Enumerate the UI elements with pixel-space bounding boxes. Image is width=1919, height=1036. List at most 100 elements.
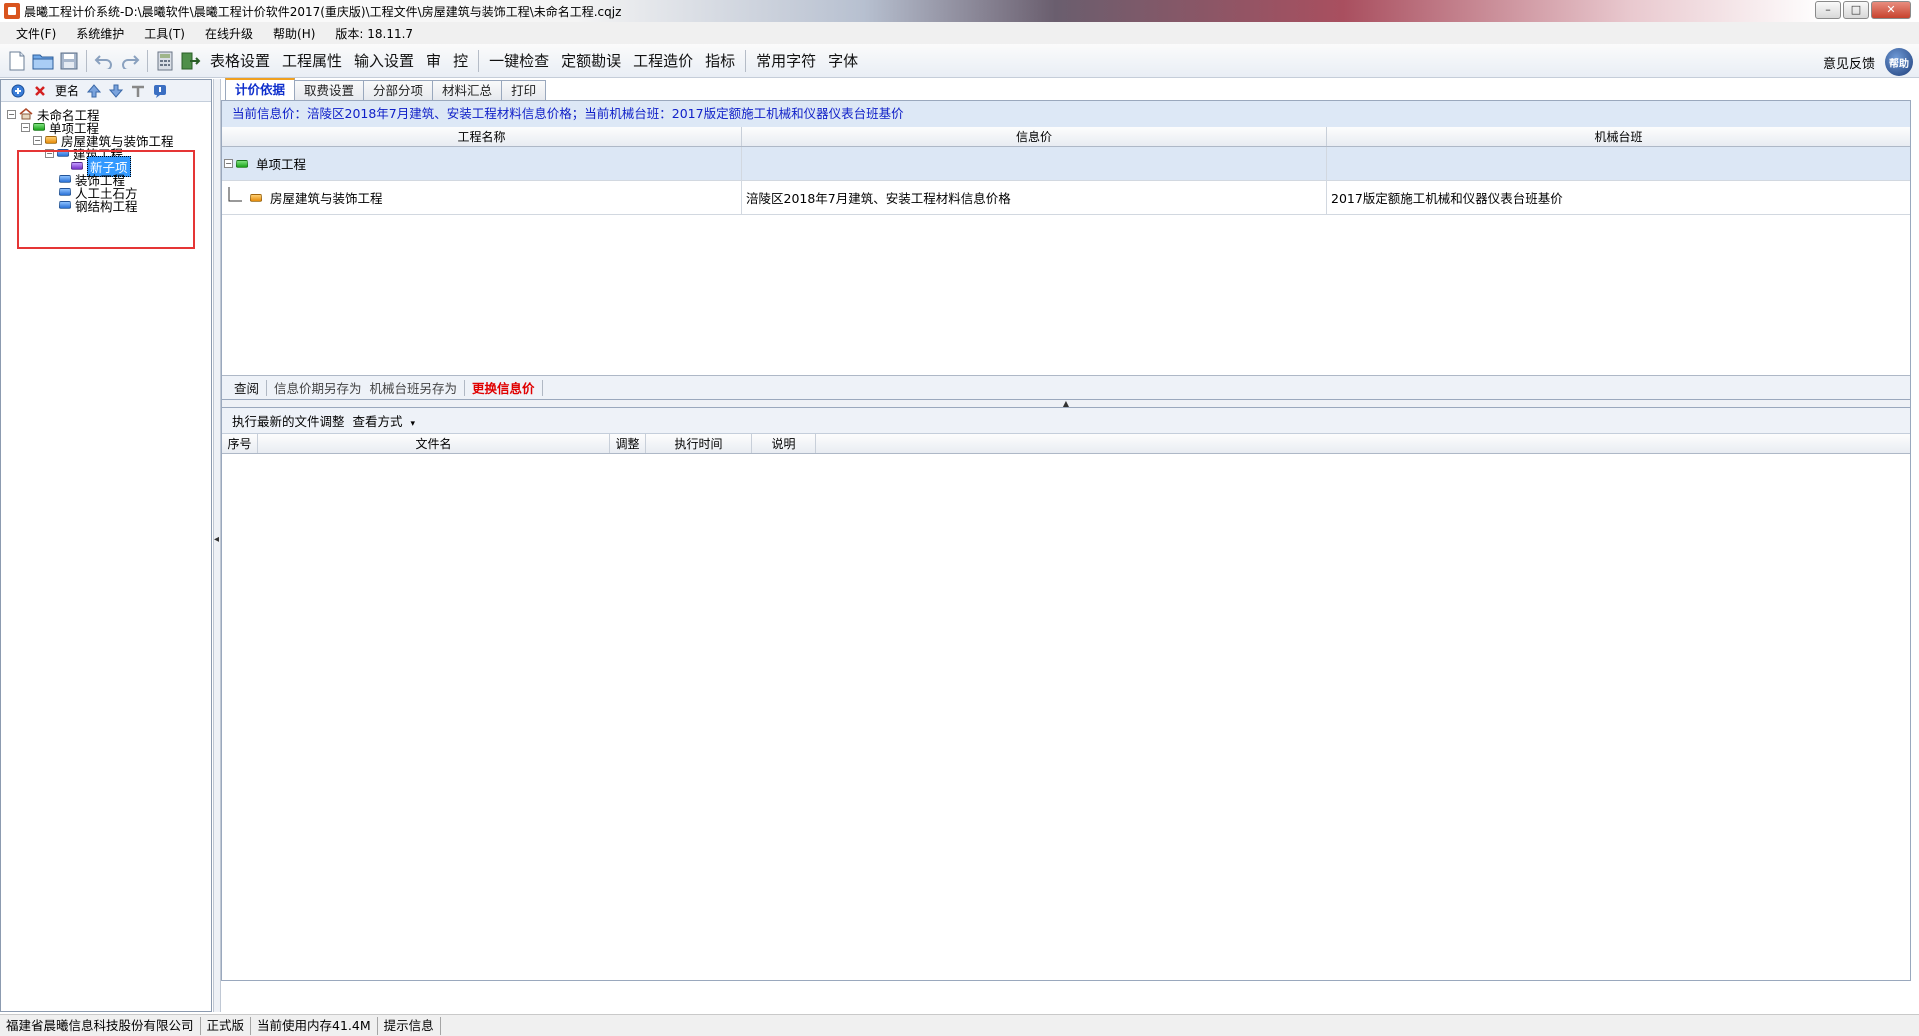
toolbar-separator	[147, 49, 148, 72]
app-icon	[4, 3, 20, 19]
minimize-button[interactable]: –	[1815, 1, 1841, 19]
menu-system[interactable]: 系统维护	[66, 25, 134, 42]
company-name: 福建省晨曦信息科技股份有限公司	[0, 1016, 201, 1035]
status-bar: 福建省晨曦信息科技股份有限公司 正式版 当前使用内存41.4M 提示信息	[0, 1014, 1919, 1036]
menu-tools[interactable]: 工具(T)	[134, 25, 195, 42]
input-settings-button[interactable]: 输入设置	[348, 50, 420, 71]
new-file-icon[interactable]	[5, 49, 29, 73]
move-up-icon[interactable]	[87, 83, 102, 98]
cell-name: 房屋建筑与装饰工程	[222, 181, 742, 214]
cell-machine	[1327, 147, 1910, 180]
tree-label-steel-structure: 钢结构工程	[75, 198, 138, 214]
save-info-price-period-button[interactable]: 信息价期另存为	[270, 378, 366, 397]
tab-material-summary[interactable]: 材料汇总	[432, 80, 503, 100]
cell-info[interactable]: 涪陵区2018年7月建筑、安装工程材料信息价格	[742, 181, 1327, 214]
orange-node-icon	[45, 136, 57, 144]
col-info-price[interactable]: 信息价	[742, 127, 1327, 146]
move-down-icon[interactable]	[109, 84, 124, 98]
save-machine-shift-button[interactable]: 机械台班另存为	[366, 378, 462, 397]
help-label: 帮助	[1889, 58, 1909, 70]
help-icon[interactable]: 帮助	[1885, 48, 1913, 76]
tree-toolbar: 更名	[1, 80, 211, 102]
delete-icon[interactable]	[33, 84, 47, 98]
collapse-icon[interactable]: −	[21, 122, 30, 132]
maximize-button[interactable]: □	[1843, 1, 1869, 19]
collapse-icon[interactable]: −	[224, 159, 233, 168]
table-settings-button[interactable]: 表格设置	[204, 50, 276, 71]
tool-icon[interactable]	[131, 84, 145, 98]
col-adjust[interactable]: 调整	[610, 434, 646, 453]
menu-upgrade[interactable]: 在线升级	[195, 25, 263, 42]
green-node-icon	[236, 159, 248, 168]
rename-button[interactable]: 更名	[55, 82, 79, 99]
tab-pricing-basis[interactable]: 计价依据	[225, 78, 296, 100]
menu-bar: 文件(F) 系统维护 工具(T) 在线升级 帮助(H) 版本: 18.11.7	[0, 22, 1919, 44]
calculator-icon[interactable]	[153, 49, 177, 73]
table-row[interactable]: − 单项工程	[222, 147, 1910, 181]
tree-node-steel-structure[interactable]: 钢结构工程	[59, 197, 138, 214]
view-mode-dropdown[interactable]: 查看方式 ▾	[353, 411, 416, 430]
collapse-left-icon[interactable]: ◂	[214, 534, 219, 545]
cell-machine[interactable]: 2017版定额施工机械和仪器仪表台班基价	[1327, 181, 1910, 214]
collapse-icon[interactable]: −	[45, 148, 54, 158]
col-index[interactable]: 序号	[222, 434, 258, 453]
exit-icon[interactable]	[179, 49, 203, 73]
col-file-name[interactable]: 文件名	[258, 434, 610, 453]
font-button[interactable]: 字体	[822, 50, 864, 71]
close-button[interactable]: ✕	[1871, 1, 1911, 19]
cell-name-text: 单项工程	[256, 157, 307, 172]
orange-node-icon	[250, 193, 262, 202]
view-button[interactable]: 查阅	[230, 378, 263, 397]
execute-latest-adjustment-button[interactable]: 执行最新的文件调整	[232, 411, 345, 430]
toolbar-separator	[86, 49, 87, 72]
control-button[interactable]: 控	[447, 50, 474, 71]
collapse-icon[interactable]: −	[7, 109, 16, 119]
collapse-icon[interactable]: −	[33, 135, 42, 145]
file-grid-header: 序号 文件名 调整 执行时间 说明	[222, 434, 1910, 454]
undo-icon[interactable]	[92, 49, 116, 73]
cell-name-text: 房屋建筑与装饰工程	[270, 191, 383, 206]
grid-action-bar: 查阅 信息价期另存为 机械台班另存为 更换信息价	[222, 375, 1910, 399]
main-toolbar: 表格设置 工程属性 输入设置 审 控 一键检查 定额勘误 工程造价 指标 常用字…	[0, 44, 1919, 78]
indicators-button[interactable]: 指标	[699, 50, 741, 71]
one-click-check-button[interactable]: 一键检查	[483, 50, 555, 71]
feedback-link[interactable]: 意见反馈	[1823, 53, 1875, 72]
project-properties-button[interactable]: 工程属性	[276, 50, 348, 71]
vertical-splitter[interactable]: ◂	[213, 79, 221, 1012]
save-icon[interactable]	[57, 49, 81, 73]
blue-node-icon	[57, 149, 69, 157]
menu-help[interactable]: 帮助(H)	[263, 25, 325, 42]
cell-name: − 单项工程	[222, 147, 742, 180]
separator	[266, 379, 268, 396]
common-chars-button[interactable]: 常用字符	[750, 50, 822, 71]
tab-sub-items[interactable]: 分部分项	[363, 80, 434, 100]
blue-node-icon	[59, 188, 71, 196]
toolbar-right: 意见反馈 帮助	[1823, 48, 1913, 76]
open-folder-icon[interactable]	[31, 49, 55, 73]
tab-fee-settings[interactable]: 取费设置	[294, 80, 365, 100]
redo-icon[interactable]	[118, 49, 142, 73]
audit-button[interactable]: 审	[420, 50, 447, 71]
col-exec-time[interactable]: 执行时间	[646, 434, 752, 453]
add-icon[interactable]	[11, 84, 25, 98]
pricing-grid: 工程名称 信息价 机械台班 − 单项工程 房屋建筑与装饰工程 涪陵区2018年7…	[221, 127, 1911, 400]
horizontal-splitter[interactable]: ▲	[221, 400, 1911, 408]
separator	[541, 379, 543, 396]
col-project-name[interactable]: 工程名称	[222, 127, 742, 146]
project-cost-button[interactable]: 工程造价	[627, 50, 699, 71]
table-row[interactable]: 房屋建筑与装饰工程 涪陵区2018年7月建筑、安装工程材料信息价格 2017版定…	[222, 181, 1910, 215]
hint-info: 提示信息	[378, 1016, 441, 1035]
memory-usage: 当前使用内存41.4M	[251, 1016, 378, 1035]
blue-node-icon	[59, 175, 71, 183]
green-node-icon	[33, 123, 45, 131]
col-description[interactable]: 说明	[752, 434, 816, 453]
replace-info-price-button[interactable]: 更换信息价	[468, 378, 539, 397]
tab-print[interactable]: 打印	[501, 80, 547, 100]
window-controls: – □ ✕	[1815, 1, 1911, 19]
menu-file[interactable]: 文件(F)	[6, 25, 66, 42]
info-icon[interactable]	[153, 84, 167, 98]
title-bar: 晨曦工程计价系统-D:\晨曦软件\晨曦工程计价软件2017(重庆版)\工程文件\…	[0, 0, 1919, 22]
quota-errata-button[interactable]: 定额勘误	[555, 50, 627, 71]
col-machine-shift[interactable]: 机械台班	[1327, 127, 1910, 146]
file-adjustment-panel: 执行最新的文件调整 查看方式 ▾ 序号 文件名 调整 执行时间 说明	[221, 407, 1911, 981]
